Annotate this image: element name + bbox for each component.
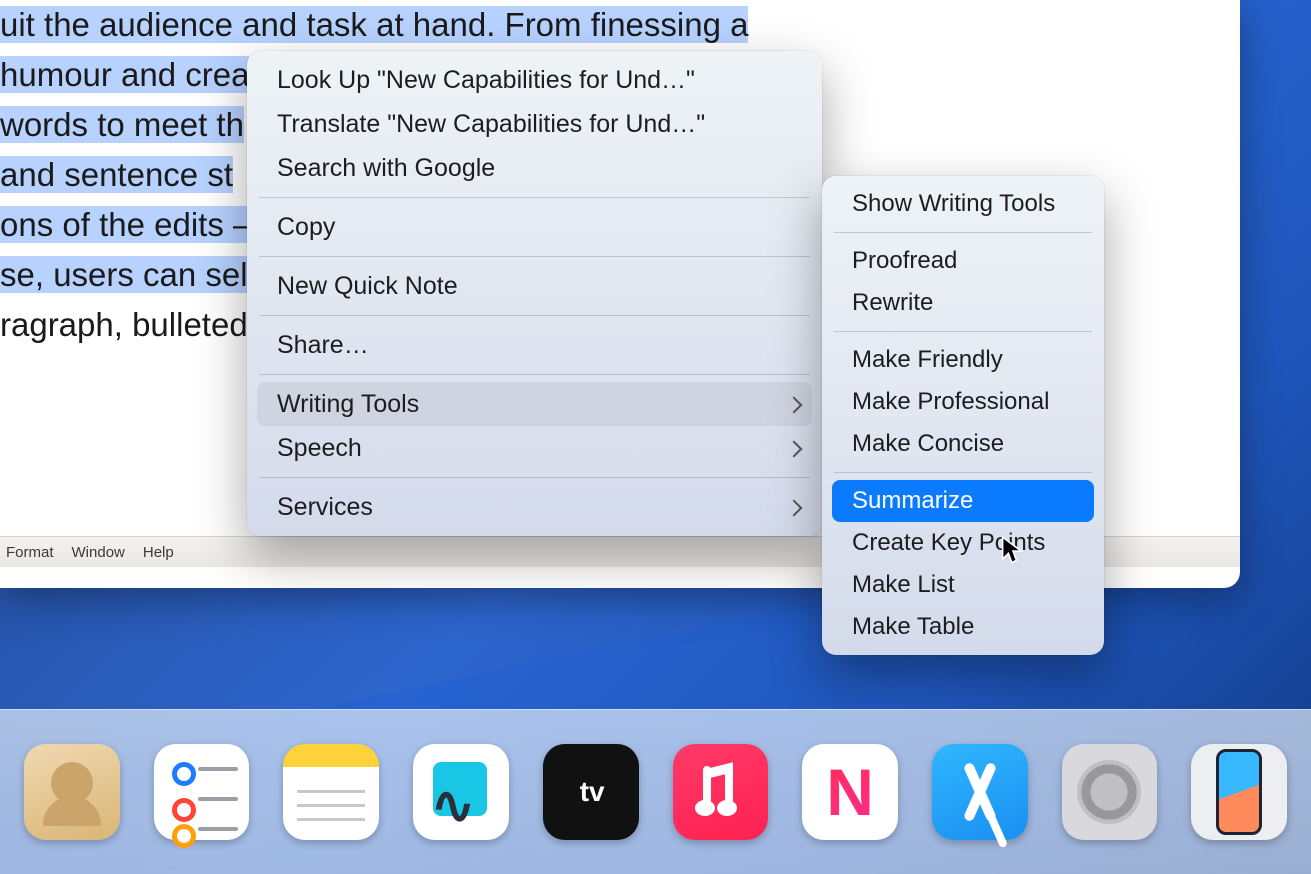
selected-text-line: humour and crea bbox=[0, 56, 249, 93]
menu-item-label: Make List bbox=[852, 571, 955, 598]
menu-item-label: Make Friendly bbox=[852, 346, 1003, 373]
submenu-item-make-concise[interactable]: Make Concise bbox=[832, 423, 1094, 465]
selected-text-line: words to meet th bbox=[0, 106, 244, 143]
menu-item-look-up[interactable]: Look Up "New Capabilities for Und…" bbox=[257, 58, 812, 102]
menu-item-label: Summarize bbox=[852, 487, 973, 514]
dock-app-notes[interactable] bbox=[283, 744, 379, 840]
menubar-item-help[interactable]: Help bbox=[143, 544, 174, 561]
reminders-lines-icon bbox=[198, 767, 238, 771]
unselected-text-line: ragraph, bulleted bbox=[0, 306, 248, 343]
menu-separator bbox=[834, 331, 1092, 332]
menu-item-label: Rewrite bbox=[852, 289, 933, 316]
selected-text-line: se, users can sel bbox=[0, 256, 248, 293]
menu-item-new-quick-note[interactable]: New Quick Note bbox=[257, 264, 812, 308]
submenu-item-make-list[interactable]: Make List bbox=[832, 564, 1094, 606]
menu-item-label: Share… bbox=[277, 331, 369, 359]
menu-separator bbox=[834, 472, 1092, 473]
dock-app-system-settings[interactable] bbox=[1062, 744, 1158, 840]
menu-item-label: Create Key Points bbox=[852, 529, 1045, 556]
submenu-item-make-friendly[interactable]: Make Friendly bbox=[832, 339, 1094, 381]
submenu-item-make-table[interactable]: Make Table bbox=[832, 606, 1094, 648]
dock-app-freeform[interactable] bbox=[413, 744, 509, 840]
selected-text-line: and sentence st bbox=[0, 156, 233, 193]
menubar-item-format[interactable]: Format bbox=[6, 544, 54, 561]
menu-item-translate[interactable]: Translate "New Capabilities for Und…" bbox=[257, 102, 812, 146]
dock: tv bbox=[0, 709, 1311, 874]
menu-item-label: Services bbox=[277, 493, 373, 521]
menu-item-label: Show Writing Tools bbox=[852, 190, 1055, 217]
submenu-item-create-key-points[interactable]: Create Key Points bbox=[832, 522, 1094, 564]
menu-item-speech[interactable]: Speech bbox=[257, 426, 812, 470]
menu-item-label: Speech bbox=[277, 434, 362, 462]
dock-app-news[interactable] bbox=[802, 744, 898, 840]
menu-item-search-google[interactable]: Search with Google bbox=[257, 146, 812, 190]
menu-item-services[interactable]: Services bbox=[257, 485, 812, 529]
menu-item-label: Make Table bbox=[852, 613, 974, 640]
dock-app-reminders[interactable] bbox=[154, 744, 250, 840]
submenu-item-show-writing-tools[interactable]: Show Writing Tools bbox=[832, 183, 1094, 225]
dock-app-iphone-mirroring[interactable] bbox=[1191, 744, 1287, 840]
submenu-item-proofread[interactable]: Proofread bbox=[832, 240, 1094, 282]
dock-app-app-store[interactable] bbox=[932, 744, 1028, 840]
context-menu[interactable]: Look Up "New Capabilities for Und…" Tran… bbox=[247, 51, 822, 536]
menu-item-writing-tools[interactable]: Writing Tools bbox=[257, 382, 812, 426]
menubar-item-window[interactable]: Window bbox=[72, 544, 125, 561]
menu-item-label: New Quick Note bbox=[277, 272, 458, 300]
menu-separator bbox=[259, 315, 810, 316]
menu-separator bbox=[259, 197, 810, 198]
selected-text-line: uit the audience and task at hand. From … bbox=[0, 6, 748, 43]
dock-app-music[interactable] bbox=[673, 744, 769, 840]
menu-separator bbox=[259, 374, 810, 375]
menu-separator bbox=[834, 232, 1092, 233]
menu-item-label: Make Concise bbox=[852, 430, 1004, 457]
chevron-right-icon bbox=[786, 500, 803, 517]
menu-item-label: Make Professional bbox=[852, 388, 1049, 415]
menu-item-copy[interactable]: Copy bbox=[257, 205, 812, 249]
menu-item-label: Proofread bbox=[852, 247, 957, 274]
menu-item-share[interactable]: Share… bbox=[257, 323, 812, 367]
writing-tools-submenu[interactable]: Show Writing Tools Proofread Rewrite Mak… bbox=[822, 176, 1104, 655]
dock-app-contacts[interactable] bbox=[24, 744, 120, 840]
menu-item-label: Look Up "New Capabilities for Und…" bbox=[277, 66, 695, 94]
selected-text-line: ons of the edits – bbox=[0, 206, 251, 243]
submenu-item-summarize[interactable]: Summarize bbox=[832, 480, 1094, 522]
menu-separator bbox=[259, 477, 810, 478]
dock-app-tv[interactable]: tv bbox=[543, 744, 639, 840]
menu-item-label: Search with Google bbox=[277, 154, 495, 182]
submenu-item-make-professional[interactable]: Make Professional bbox=[832, 381, 1094, 423]
menu-item-label: Copy bbox=[277, 213, 335, 241]
chevron-right-icon bbox=[786, 441, 803, 458]
submenu-item-rewrite[interactable]: Rewrite bbox=[832, 282, 1094, 324]
menu-item-label: Writing Tools bbox=[277, 390, 419, 418]
menu-separator bbox=[259, 256, 810, 257]
chevron-right-icon bbox=[786, 397, 803, 414]
menu-item-label: Translate "New Capabilities for Und…" bbox=[277, 110, 705, 138]
